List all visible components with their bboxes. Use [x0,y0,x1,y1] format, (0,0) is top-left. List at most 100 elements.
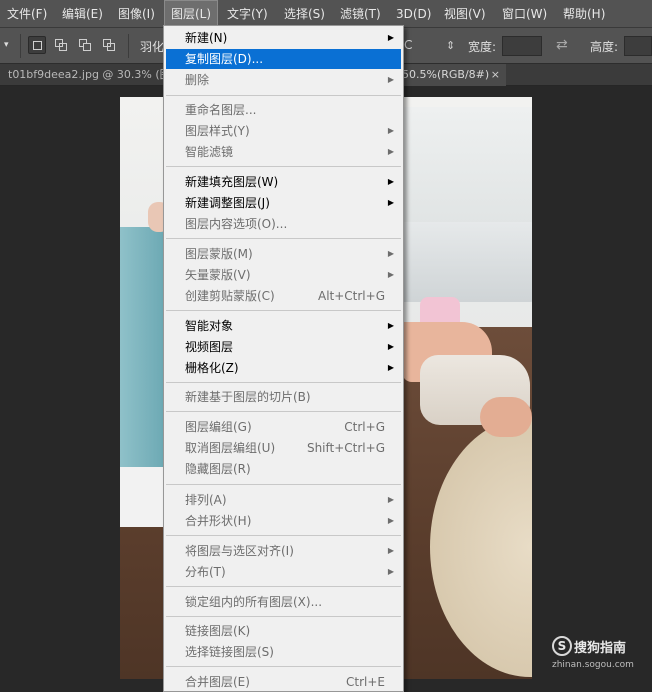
add-selection-button[interactable] [52,36,70,54]
menu-view[interactable]: 视图(V) [438,0,492,28]
menu-3d[interactable]: 3D(D) [390,0,437,28]
width-input[interactable] [502,36,542,56]
submenu-arrow-icon: ▶ [387,567,394,576]
menu-item-label: 智能滤镜 [185,145,234,159]
menu-item-label: 删除 [185,73,210,87]
sogou-logo-icon: S [552,636,572,656]
submenu-arrow-icon: ▶ [387,516,394,525]
sogou-watermark: S 搜狗指南 zhinan.sogou.com [552,636,648,676]
menu-item-align-to-selection[interactable]: 将图层与选区对齐(I) ▶ [166,541,401,561]
submenu-arrow-icon: ▶ [387,495,394,504]
menu-type[interactable]: 文字(Y) [221,0,274,28]
watermark-url: zhinan.sogou.com [552,660,634,670]
menu-item-duplicate-layer[interactable]: 复制图层(D)... [166,49,401,69]
document-tab-active[interactable]: 50.5%(RGB/8#) × [398,64,506,86]
menu-select[interactable]: 选择(S) [278,0,331,28]
menu-item-merge-layers[interactable]: 合并图层(E) Ctrl+E [166,672,401,691]
submenu-arrow-icon: ▶ [387,177,394,186]
layer-menu-dropdown: 新建(N) ▶ 复制图层(D)... 删除 ▶ 重命名图层... 图层样式(Y)… [163,25,404,692]
menu-item-lock-all-layers-in-group[interactable]: 锁定组内的所有图层(X)... [166,592,401,612]
menu-item-link-layers[interactable]: 链接图层(K) [166,621,401,641]
menu-item-smart-object[interactable]: 智能对象 ▶ [166,316,401,336]
menu-item-label: 锁定组内的所有图层(X)... [185,595,323,609]
menu-item-label: 重命名图层... [185,103,257,117]
menu-item-select-linked-layers[interactable]: 选择链接图层(S) [166,642,401,662]
menu-item-shortcut: Shift+Ctrl+G [306,441,385,455]
menu-separator [166,95,401,96]
menu-item-rename-layer[interactable]: 重命名图层... [166,100,401,120]
subtract-selection-button[interactable] [76,36,94,54]
menu-item-label: 新建填充图层(W) [185,175,279,189]
menu-item-video-layer[interactable]: 视频图层 ▶ [166,337,401,357]
menu-item-label: 矢量蒙版(V) [185,268,251,282]
menu-item-delete[interactable]: 删除 ▶ [166,70,401,90]
menu-item-shortcut: Alt+Ctrl+G [317,289,385,303]
menu-item-smart-filter[interactable]: 智能滤镜 ▶ [166,142,401,162]
menu-item-new-layer-based-slice[interactable]: 新建基于图层的切片(B) [166,387,401,407]
menu-item-label: 合并形状(H) [185,514,252,528]
menu-item-group-layers[interactable]: 图层编组(G) Ctrl+G [166,417,401,437]
menu-item-new-adjustment-layer[interactable]: 新建调整图层(J) ▶ [166,193,401,213]
menu-item-label: 选择链接图层(S) [185,645,274,659]
menu-separator [166,666,401,667]
menu-item-new[interactable]: 新建(N) ▶ [166,28,401,48]
menu-image[interactable]: 图像(I) [112,0,161,28]
menu-item-label: 排列(A) [185,493,227,507]
feather-label: 羽化 [140,40,165,54]
menu-edit[interactable]: 编辑(E) [56,0,109,28]
menu-item-new-fill-layer[interactable]: 新建填充图层(W) ▶ [166,172,401,192]
style-dropdown-icon[interactable]: ⇕ [446,36,455,56]
submenu-arrow-icon: ▶ [387,198,394,207]
menu-item-label: 智能对象 [185,319,234,333]
add-selection-icon-part [59,43,67,51]
menu-item-label: 图层样式(Y) [185,124,250,138]
menu-item-label: 新建(N) [185,31,228,45]
menu-help[interactable]: 帮助(H) [557,0,611,28]
document-tab-title: 50.5%(RGB/8#) [402,68,490,81]
menu-separator [166,411,401,412]
style-label-fragment: C [404,38,413,52]
new-selection-icon [33,41,42,50]
menu-item-ungroup-layers[interactable]: 取消图层编组(U) Shift+Ctrl+G [166,438,401,458]
menu-item-label: 链接图层(K) [185,624,251,638]
intersect-selection-button[interactable] [100,36,118,54]
menu-item-hide-layers[interactable]: 隐藏图层(R) [166,459,401,479]
close-tab-icon[interactable]: × [491,64,500,86]
menu-item-label: 栅格化(Z) [185,361,239,375]
submenu-arrow-icon: ▶ [387,342,394,351]
menu-item-vector-mask[interactable]: 矢量蒙版(V) ▶ [166,265,401,285]
menu-layer[interactable]: 图层(L) [164,0,219,28]
menu-item-label: 图层编组(G) [185,420,252,434]
menu-item-label: 取消图层编组(U) [185,441,276,455]
menu-item-rasterize[interactable]: 栅格化(Z) ▶ [166,358,401,378]
menu-item-shortcut: Ctrl+G [344,420,385,434]
menu-item-label: 创建剪贴蒙版(C) [185,289,275,303]
menu-item-arrange[interactable]: 排列(A) ▶ [166,490,401,510]
menu-separator [166,535,401,536]
submenu-arrow-icon: ▶ [387,126,394,135]
intersect-selection-icon-part [107,43,115,51]
menu-item-layer-content-options[interactable]: 图层内容选项(O)... [166,214,401,234]
menu-filter[interactable]: 滤镜(T) [334,0,387,28]
height-input[interactable] [624,36,652,56]
width-label: 宽度: [468,40,497,54]
new-selection-button[interactable] [28,36,46,54]
submenu-arrow-icon: ▶ [387,321,394,330]
menu-separator [166,484,401,485]
photo-blue-pillow [120,227,168,467]
menu-item-distribute[interactable]: 分布(T) ▶ [166,562,401,582]
options-divider [20,34,21,58]
menu-file[interactable]: 文件(F) [1,0,53,28]
options-divider [128,34,129,58]
menu-item-create-clipping-mask[interactable]: 创建剪贴蒙版(C) Alt+Ctrl+G [166,286,401,306]
subtract-selection-icon-part [83,43,91,51]
swap-dimensions-icon[interactable]: ⇄ [556,37,568,53]
menu-item-combine-shapes[interactable]: 合并形状(H) ▶ [166,511,401,531]
menu-item-layer-mask[interactable]: 图层蒙版(M) ▶ [166,244,401,264]
menu-window[interactable]: 窗口(W) [496,0,553,28]
menu-item-layer-style[interactable]: 图层样式(Y) ▶ [166,121,401,141]
menu-item-label: 图层蒙版(M) [185,247,253,261]
menu-item-label: 将图层与选区对齐(I) [185,544,294,558]
tool-preset-dropdown-icon[interactable]: ▾ [4,40,14,52]
document-tab[interactable]: t01bf9deea2.jpg @ 30.3% (图 [8,64,171,86]
